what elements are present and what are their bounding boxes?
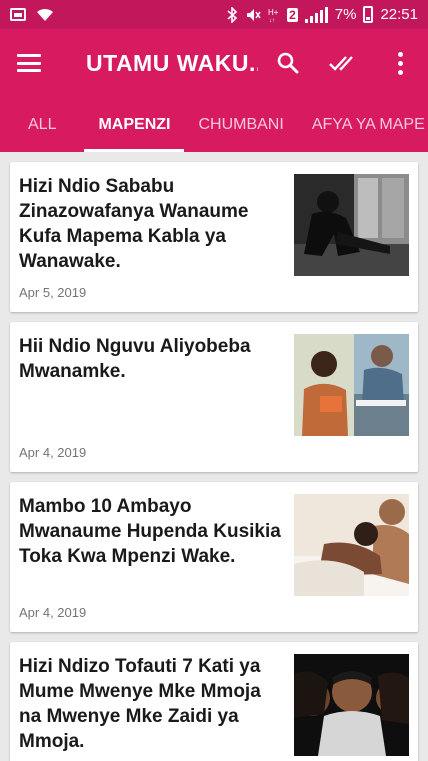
article-card[interactable]: Hii Ndio Nguvu Aliyobeba Mwanamke. Apr 4…	[10, 322, 418, 472]
tab-chumbani[interactable]: CHUMBANI	[184, 97, 297, 152]
article-date: Apr 5, 2019	[19, 285, 87, 300]
article-title: Mambo 10 Ambayo Mwanaume Hupenda Kusikia…	[19, 496, 281, 567]
tab-all[interactable]: ALL	[0, 97, 84, 152]
article-date: Apr 4, 2019	[19, 605, 87, 620]
battery-percent: 7%	[334, 6, 357, 23]
wifi-icon	[36, 8, 54, 22]
article-card[interactable]: Mambo 10 Ambayo Mwanaume Hupenda Kusikia…	[10, 482, 418, 632]
mark-all-read-button[interactable]	[316, 35, 372, 91]
article-card[interactable]: Hizi Ndizo Tofauti 7 Kati ya Mume Mwenye…	[10, 642, 418, 761]
svg-text:H+: H+	[268, 8, 279, 17]
bluetooth-icon	[227, 6, 238, 23]
signal-strength-icon	[304, 6, 328, 23]
mute-icon	[245, 8, 261, 22]
menu-button[interactable]	[0, 35, 58, 91]
more-vert-icon	[397, 51, 403, 75]
gallery-notification-icon	[10, 8, 26, 21]
sim-number-badge: 2	[287, 7, 298, 22]
tab-mapenzi[interactable]: MAPENZI	[84, 97, 185, 152]
article-thumbnail	[294, 174, 409, 276]
search-icon	[277, 52, 299, 74]
category-tabs: ALL MAPENZI CHUMBANI AFYA YA MAPE	[0, 97, 428, 152]
network-type-icon: H+ ↓↑	[268, 7, 280, 23]
clock: 22:51	[380, 6, 418, 23]
svg-text:↓↑: ↓↑	[269, 18, 275, 23]
article-thumbnail	[294, 494, 409, 596]
search-button[interactable]	[260, 35, 316, 91]
tab-afya-ya-mapenzi[interactable]: AFYA YA MAPE	[298, 97, 428, 152]
article-thumbnail	[294, 334, 409, 436]
article-list: Hizi Ndio Sababu Zinazowafanya Wanaume K…	[0, 152, 428, 761]
article-date: Apr 4, 2019	[19, 445, 87, 460]
overflow-menu-button[interactable]	[372, 35, 428, 91]
status-bar: H+ ↓↑ 2 7% 22:51	[0, 0, 428, 29]
double-check-icon	[329, 56, 353, 71]
article-title: Hizi Ndio Sababu Zinazowafanya Wanaume K…	[19, 176, 249, 272]
article-card[interactable]: Hizi Ndio Sababu Zinazowafanya Wanaume K…	[10, 162, 418, 312]
app-title: UTAMU WAKU...	[86, 49, 258, 76]
article-thumbnail	[294, 654, 409, 756]
article-title: Hii Ndio Nguvu Aliyobeba Mwanamke.	[19, 336, 251, 382]
battery-icon	[363, 6, 374, 23]
article-title: Hizi Ndizo Tofauti 7 Kati ya Mume Mwenye…	[19, 656, 261, 752]
hamburger-icon	[17, 54, 41, 72]
app-bar: UTAMU WAKU...	[0, 29, 428, 97]
